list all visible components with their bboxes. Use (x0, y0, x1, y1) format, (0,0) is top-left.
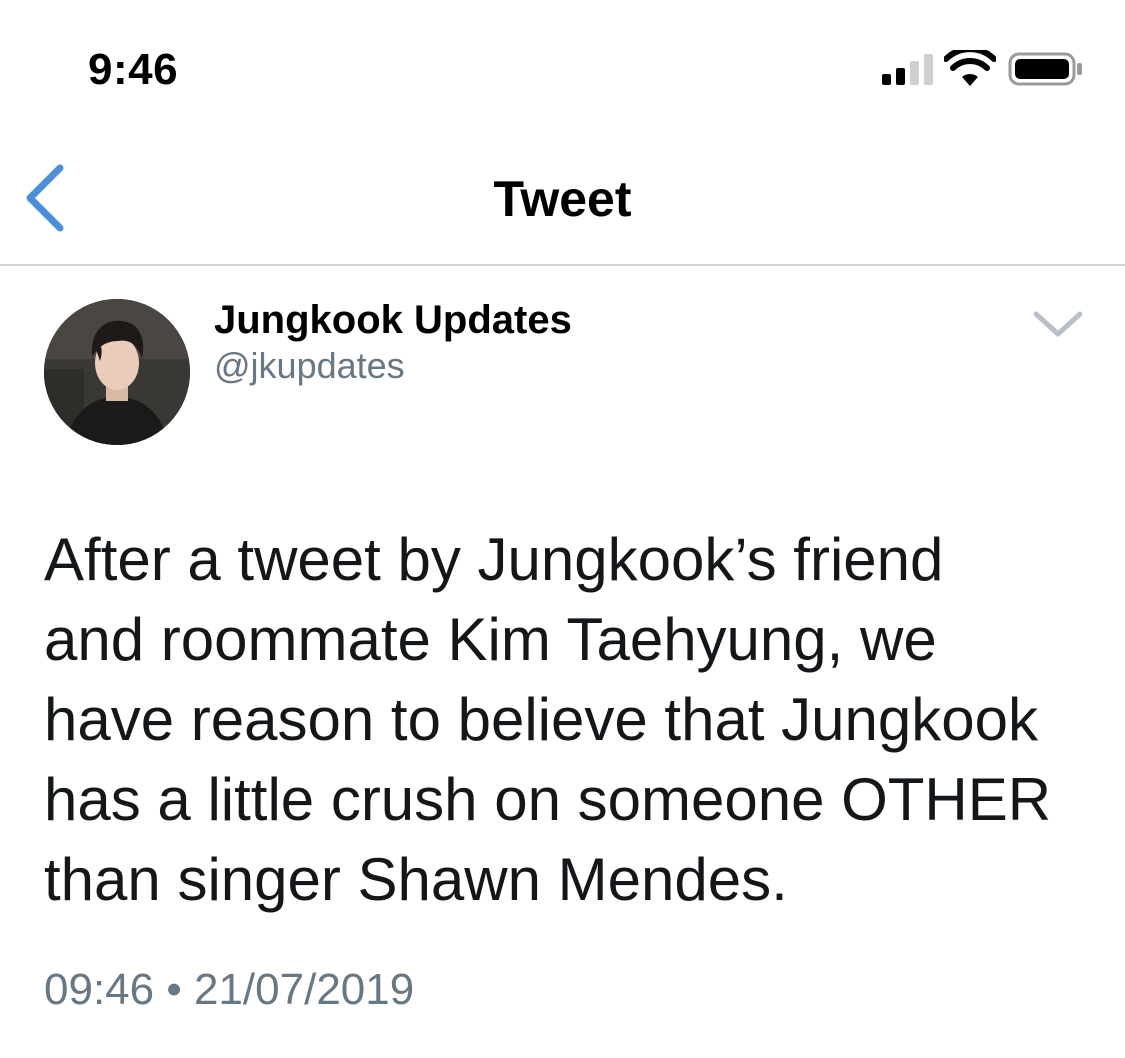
tweet-text-line: After a tweet by Jungkook’s friend (44, 526, 944, 593)
tweet-date: 21/07/2019 (193, 965, 415, 1014)
tweet-text-line: and roommate Kim Taehyung, we (44, 606, 937, 673)
tweet-timestamp: 09:46 • 21/07/2019 (44, 962, 414, 1018)
avatar[interactable] (44, 299, 190, 445)
author-name[interactable]: Jungkook Updates (214, 296, 572, 344)
tweet-text: After a tweet by Jungkook’s friend and r… (44, 520, 1104, 920)
tweet-text-line: has a little crush on someone OTHER (44, 766, 1052, 833)
author-handle[interactable]: @jkupdates (214, 344, 405, 388)
tweet-text-line: than singer Shawn Mendes. (44, 846, 788, 913)
cellular-signal-icon (882, 54, 933, 85)
tweet-time: 09:46 (44, 965, 155, 1014)
nav-bar: Tweet (0, 130, 1125, 266)
meta-separator: • (166, 965, 182, 1014)
status-bar: 9:46 (0, 0, 1125, 130)
avatar-photo (44, 299, 190, 445)
tweet-text-line: have reason to believe that Jungkook (44, 686, 1039, 753)
wifi-icon (944, 50, 996, 86)
battery-icon (1008, 52, 1082, 86)
chevron-down-icon[interactable] (1030, 306, 1086, 342)
status-time: 9:46 (88, 45, 179, 94)
page-title: Tweet (493, 171, 632, 227)
